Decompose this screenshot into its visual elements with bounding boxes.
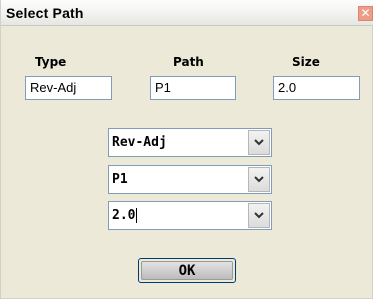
size-combo-value: 2.0 (112, 208, 138, 223)
path-combo[interactable]: P1 (108, 165, 272, 194)
type-combo[interactable]: Rev-Adj (108, 128, 272, 157)
chevron-down-icon (254, 176, 264, 183)
title-bar[interactable]: Select Path ✕ (1, 0, 373, 26)
ok-button-label: OK (178, 262, 196, 279)
chevron-down-icon (254, 212, 264, 219)
dialog-title: Select Path (6, 5, 84, 21)
type-field[interactable]: Rev-Adj (25, 76, 112, 100)
type-header: Type (35, 55, 67, 69)
path-field[interactable]: P1 (150, 76, 236, 100)
path-combo-dropdown-button[interactable] (248, 167, 270, 192)
size-combo-text: 2.0 (112, 208, 136, 223)
size-header: Size (292, 55, 320, 69)
type-combo-dropdown-button[interactable] (248, 130, 270, 155)
ok-button[interactable]: OK (138, 258, 236, 283)
chevron-down-icon (254, 139, 264, 146)
text-cursor (136, 208, 138, 223)
path-combo-value: P1 (112, 172, 128, 187)
select-path-dialog: Select Path ✕ Type Path Size Rev-Adj P1 … (0, 0, 373, 299)
path-header: Path (173, 55, 204, 69)
size-combo-dropdown-button[interactable] (248, 203, 270, 228)
close-icon[interactable]: ✕ (358, 6, 373, 21)
size-field[interactable]: 2.0 (273, 76, 360, 100)
size-combo[interactable]: 2.0 (108, 201, 272, 230)
type-combo-value: Rev-Adj (112, 135, 167, 150)
